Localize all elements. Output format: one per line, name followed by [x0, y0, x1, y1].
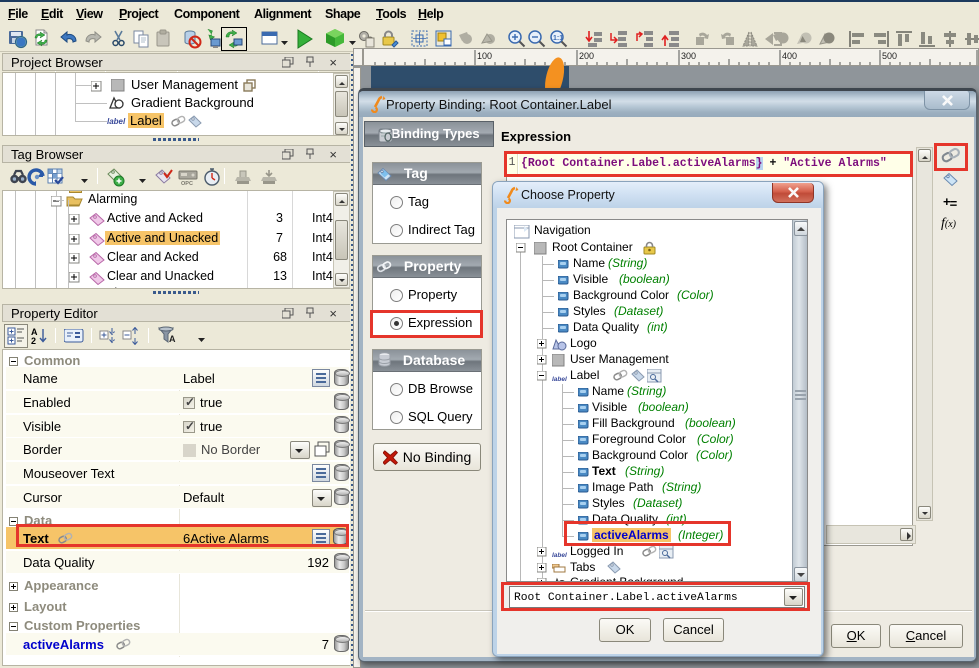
svg-text:2: 2	[31, 336, 36, 345]
svg-text:200: 200	[579, 51, 594, 61]
svg-text:400: 400	[782, 51, 797, 61]
svg-text:A: A	[169, 334, 176, 344]
svg-text:OPC: OPC	[181, 181, 193, 187]
svg-text:500: 500	[882, 51, 897, 61]
svg-text:300: 300	[681, 51, 696, 61]
svg-text:1:1: 1:1	[553, 35, 563, 42]
svg-text:100: 100	[477, 51, 492, 61]
